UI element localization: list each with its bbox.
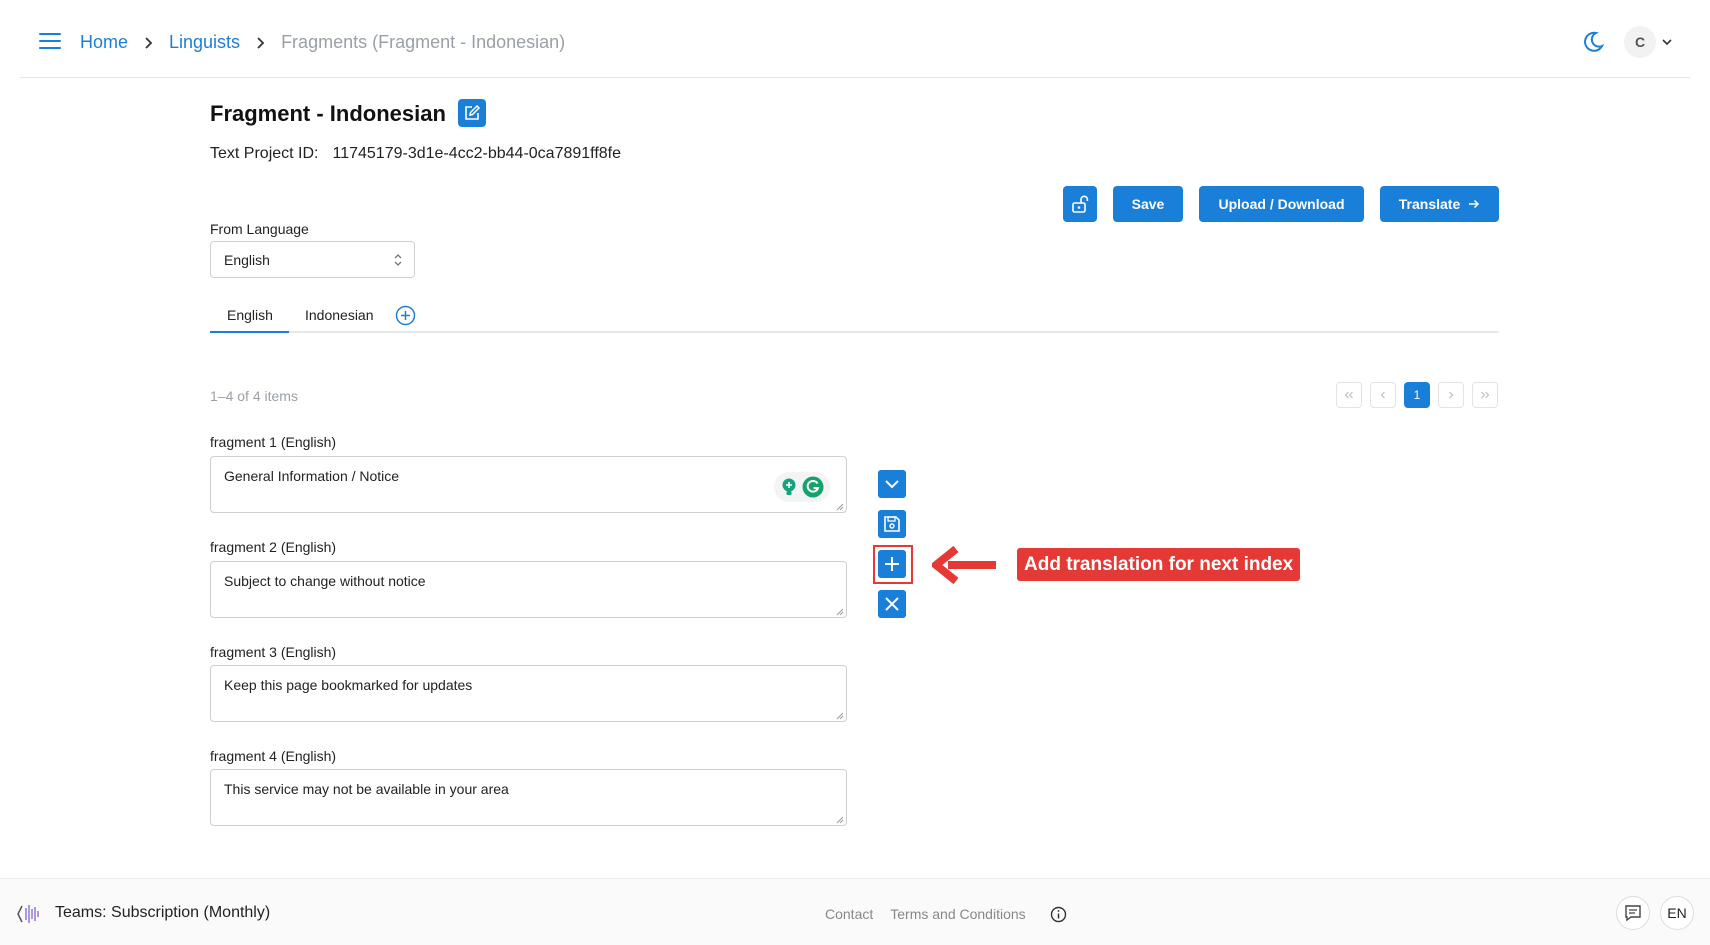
edit-icon [465,104,481,120]
double-chevron-left-icon [1344,391,1353,399]
page-button-current[interactable]: 1 [1404,382,1430,408]
next-page-button[interactable] [1438,382,1464,408]
footer: Teams: Subscription (Monthly) Contact Te… [0,878,1710,945]
unlock-icon [1072,195,1089,213]
project-id-value: 11745179-3d1e-4cc2-bb44-0ca7891ff8fe [332,145,622,162]
last-page-button[interactable] [1472,382,1498,408]
translate-button[interactable]: Translate [1380,186,1499,222]
chevron-down-icon [1662,39,1672,46]
annotation-label: Add translation for next index [1017,548,1301,581]
menu-icon[interactable] [39,33,61,51]
resize-handle-icon[interactable] [836,712,844,720]
fragment-2-input[interactable]: Subject to change without notice [210,561,847,618]
from-language-label: From Language [210,221,309,237]
chat-icon [1625,905,1641,922]
resize-handle-icon[interactable] [836,608,844,616]
from-language-value: English [224,251,270,268]
chevron-down-icon [885,480,899,489]
grammarly-icon [802,476,824,498]
delete-fragment-button[interactable] [878,590,906,618]
user-menu[interactable]: C [1624,26,1672,58]
breadcrumb-current: Fragments (Fragment - Indonesian) [281,32,566,52]
prev-page-button[interactable] [1370,382,1396,408]
avatar[interactable]: C [1624,26,1656,58]
fragment-4-input[interactable]: This service may not be available in you… [210,769,847,826]
fragment-4-label: fragment 4 (English) [210,748,337,764]
add-tab-icon[interactable] [395,305,416,326]
project-id-row: Text Project ID: 11745179-3d1e-4cc2-bb44-… [210,145,621,163]
tab-english[interactable]: English [227,307,273,323]
page-title: Fragment - Indonesian [210,101,446,126]
top-header: Home Linguists Fragments (Fragment - Ind… [20,0,1690,78]
highlight-box [873,545,913,584]
translate-label: Translate [1398,196,1461,212]
breadcrumb-linguists[interactable]: Linguists [169,32,240,53]
info-icon[interactable] [1050,906,1067,923]
team-subscription: Teams: Subscription (Monthly) [55,904,271,921]
language-tabs: English Indonesian [210,300,1499,333]
upload-download-button[interactable]: Upload / Download [1199,186,1364,222]
fragment-1-label: fragment 1 (English) [210,434,337,450]
resize-handle-icon[interactable] [836,816,844,824]
app-logo-icon [17,905,39,923]
arrow-left-icon [932,545,996,585]
chevron-left-icon [1380,391,1385,399]
lightbulb-icon [782,478,796,495]
expand-button[interactable] [878,470,906,498]
contact-link[interactable]: Contact [825,906,873,922]
project-id-label: Text Project ID: [210,145,319,162]
close-icon [885,597,899,611]
items-count: 1–4 of 4 items [210,388,298,404]
resize-handle-icon[interactable] [836,503,844,511]
fragment-2-label: fragment 2 (English) [210,539,337,555]
breadcrumb: Home Linguists Fragments (Fragment - Ind… [80,32,565,53]
chevron-right-icon [1449,391,1454,399]
first-page-button[interactable] [1336,382,1362,408]
fragment-3-input[interactable]: Keep this page bookmarked for updates [210,665,847,722]
floppy-icon [884,516,900,532]
chat-button[interactable] [1616,896,1650,930]
save-fragment-button[interactable] [878,510,906,538]
language-button[interactable]: EN [1660,896,1694,930]
select-arrows-icon [394,254,402,266]
arrow-right-icon [1469,199,1480,209]
grammarly-widget[interactable] [774,472,830,502]
double-chevron-right-icon [1481,391,1490,399]
footer-links: Contact Terms and Conditions [825,906,1043,922]
unlock-button[interactable] [1063,186,1097,222]
fragment-1-input[interactable]: General Information / Notice [210,456,847,513]
edit-title-button[interactable] [458,99,486,127]
save-button[interactable]: Save [1113,186,1183,222]
tab-indonesian[interactable]: Indonesian [305,307,374,323]
active-tab-indicator [210,331,289,333]
moon-icon[interactable] [1581,30,1605,54]
chevron-right-icon [145,36,153,49]
fragment-3-label: fragment 3 (English) [210,644,337,660]
from-language-select[interactable]: English [210,241,415,278]
chevron-right-icon [257,36,265,49]
breadcrumb-home[interactable]: Home [80,32,128,53]
terms-link[interactable]: Terms and Conditions [890,906,1025,922]
pagination: 1 [1336,382,1498,408]
